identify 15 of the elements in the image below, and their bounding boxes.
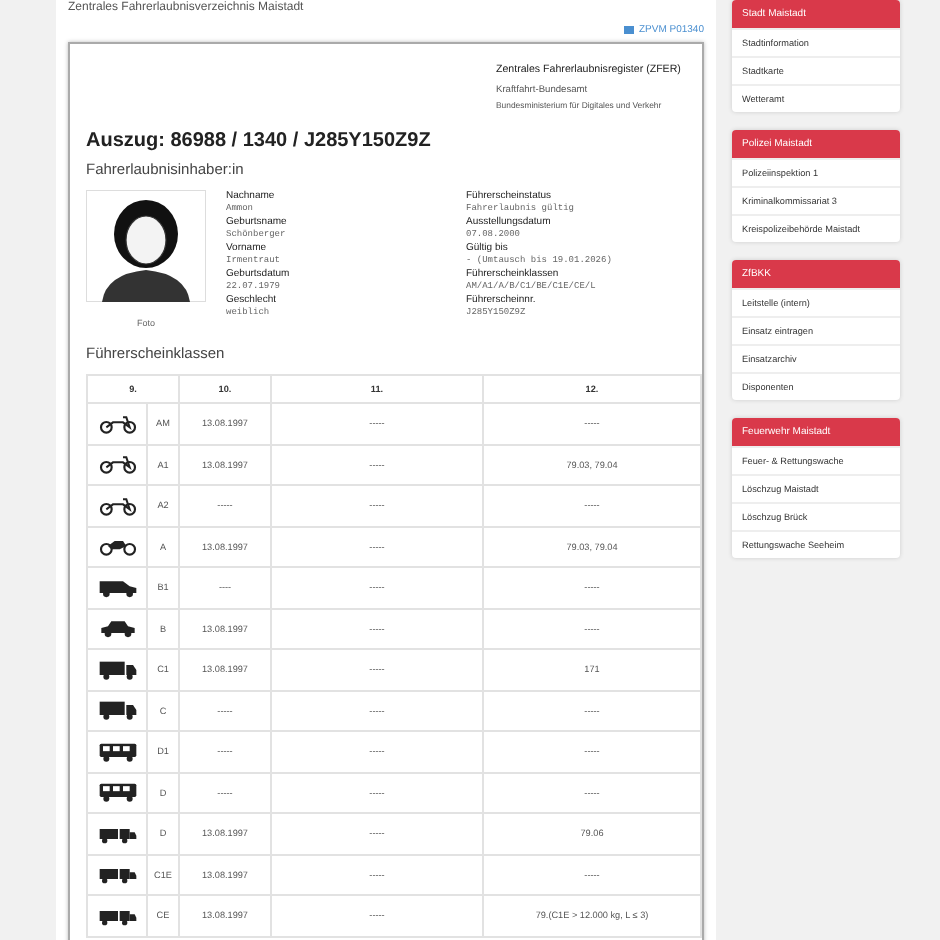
avatar-silhouette (86, 190, 206, 302)
vehicle-with-trailer-icon (97, 823, 137, 844)
vehicle-with-trailer-icon (97, 905, 137, 926)
moped-icon (97, 495, 137, 516)
van-icon (97, 577, 137, 598)
moped-icon (97, 413, 137, 434)
motorcycle-icon (97, 536, 137, 557)
car-icon (97, 618, 137, 639)
moped-icon (97, 454, 137, 475)
extract-title: Auszug: 86988 / 1340 / J285Y150Z9Z (86, 130, 433, 152)
truck-icon (97, 659, 137, 680)
bus-icon (97, 741, 137, 762)
vehicle-with-trailer-icon (97, 864, 137, 885)
truck-icon (97, 700, 137, 721)
bus-icon (97, 782, 137, 803)
